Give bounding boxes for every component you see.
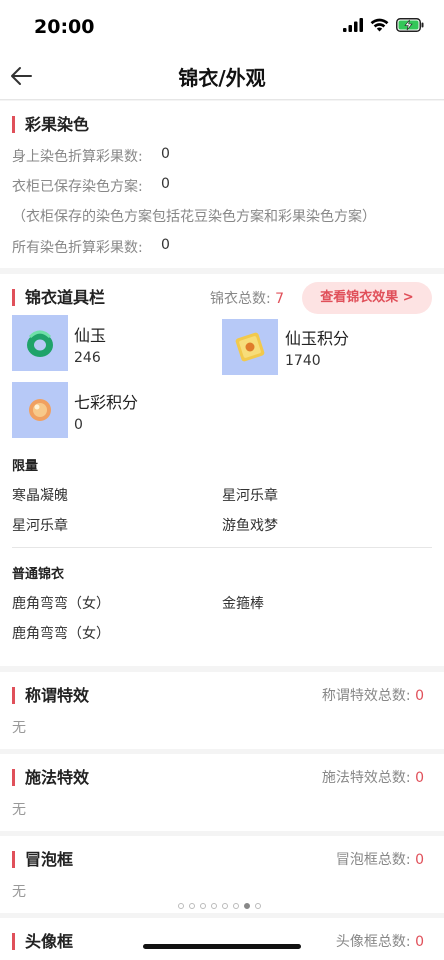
rainbow-points-item-image[interactable] [12, 382, 68, 438]
status-icons [343, 18, 424, 32]
jade-item-image[interactable] [12, 315, 68, 371]
avatar-frame-total-value: 0 [415, 934, 424, 950]
costume-total: 锦衣总数: 7 [210, 288, 284, 308]
page-indicator [178, 903, 261, 909]
status-time: 20:00 [34, 16, 95, 38]
cast-effect-total: 施法特效总数: 0 [322, 767, 424, 787]
costume-total-value: 7 [275, 291, 285, 307]
dye-section: 彩果染色 身上染色折算彩果数: 0 衣柜已保存染色方案: 0 （衣柜保存的染色方… [0, 101, 444, 268]
normal-costume-heading: 普通锦衣 [12, 567, 65, 582]
avatar-frame-total: 头像框总数: 0 [336, 931, 424, 951]
page-dot[interactable] [200, 903, 206, 909]
props-divider [12, 547, 432, 548]
title-effect-total-label: 称谓特效总数: [321, 688, 411, 704]
page-dot[interactable] [233, 903, 239, 909]
rainbow-points-icon [29, 399, 51, 421]
normal-costume-item: 金箍棒 [222, 596, 264, 612]
limited-costume-item: 星河乐章 [12, 518, 68, 534]
wifi-icon [370, 18, 389, 32]
dye-body-count-label: 身上染色折算彩果数: [12, 149, 143, 165]
bubble-frame-total: 冒泡框总数: 0 [336, 849, 424, 869]
page-dot[interactable] [211, 903, 217, 909]
page-dot[interactable] [178, 903, 184, 909]
bubble-frame-empty: 无 [12, 884, 26, 900]
bubble-frame-total-label: 冒泡框总数: [335, 852, 411, 868]
costume-total-label: 锦衣总数: [210, 291, 271, 307]
jade-points-icon [235, 332, 265, 362]
rainbow-points-item-name: 七彩积分 [74, 393, 139, 412]
cast-effect-empty: 无 [12, 802, 26, 818]
page-title: 锦衣/外观 [178, 66, 266, 90]
cast-effect-total-value: 0 [415, 770, 424, 786]
signal-icon [343, 18, 363, 32]
title-effect-total-value: 0 [415, 688, 424, 704]
rainbow-points-item-count: 0 [74, 417, 83, 433]
page-dot[interactable] [189, 903, 195, 909]
home-indicator[interactable] [143, 944, 301, 949]
jade-item-count: 246 [74, 350, 101, 366]
avatar-frame-total-label: 头像框总数: [335, 934, 411, 950]
bubble-frame-title: 冒泡框 [12, 851, 73, 868]
cast-effect-total-label: 施法特效总数: [321, 770, 411, 786]
dye-body-count-value: 0 [161, 146, 170, 162]
dye-section-title: 彩果染色 [12, 116, 89, 133]
jade-points-item-name: 仙玉积分 [285, 329, 350, 348]
costume-props-title: 锦衣道具栏 [12, 289, 105, 306]
limited-costume-item: 寒晶凝魄 [12, 488, 68, 504]
dye-total-value: 0 [161, 237, 170, 253]
title-effect-total: 称谓特效总数: 0 [322, 685, 424, 705]
bubble-frame-total-value: 0 [415, 852, 424, 868]
cast-effect-title: 施法特效 [12, 769, 89, 786]
jade-points-item-count: 1740 [285, 353, 321, 369]
battery-charging-icon [396, 18, 424, 32]
dye-saved-value: 0 [161, 176, 170, 192]
title-effect-section: 称谓特效 称谓特效总数: 0 无 [0, 672, 444, 749]
page-dot[interactable] [255, 903, 261, 909]
jade-points-item-image[interactable] [222, 319, 278, 375]
bubble-frame-section: 冒泡框 冒泡框总数: 0 无 [0, 836, 444, 913]
view-costume-effect-button[interactable]: 查看锦衣效果 > [302, 282, 432, 314]
costume-props-section: 锦衣道具栏 锦衣总数: 7 查看锦衣效果 > 仙玉 246 仙玉积分 1740 … [0, 274, 444, 666]
normal-costume-item: 鹿角弯弯（女） [12, 626, 110, 642]
dye-saved-label: 衣柜已保存染色方案: [12, 179, 143, 195]
jade-item-name: 仙玉 [74, 326, 107, 345]
limited-costume-item: 星河乐章 [222, 488, 278, 504]
jade-icon [27, 330, 53, 357]
nav-bar: 锦衣/外观 [0, 54, 444, 100]
dye-total-label: 所有染色折算彩果数: [12, 240, 143, 256]
dye-note: （衣柜保存的染色方案包括花豆染色方案和彩果染色方案） [12, 209, 376, 225]
page-dot[interactable] [222, 903, 228, 909]
avatar-frame-section: 头像框 头像框总数: 0 [0, 918, 444, 960]
title-effect-title: 称谓特效 [12, 687, 89, 704]
cast-effect-section: 施法特效 施法特效总数: 0 无 [0, 754, 444, 831]
status-bar: 20:00 [0, 0, 444, 54]
avatar-frame-title: 头像框 [12, 933, 73, 950]
title-effect-empty: 无 [12, 720, 26, 736]
page-dot[interactable] [244, 903, 250, 909]
limited-heading: 限量 [12, 459, 39, 474]
normal-costume-item: 鹿角弯弯（女） [12, 596, 110, 612]
limited-costume-item: 游鱼戏梦 [222, 518, 278, 534]
